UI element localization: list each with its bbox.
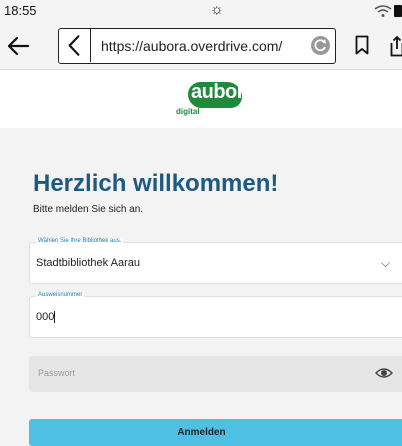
eye-icon[interactable] (375, 366, 393, 380)
page-title: Herzlich willkommen! (33, 170, 279, 197)
arrow-left-icon[interactable] (5, 33, 31, 59)
logo-header: aubora digital (0, 70, 402, 128)
card-number-field[interactable]: Ausweisnummer 000 (29, 292, 402, 338)
wifi-icon (374, 5, 392, 17)
library-select-value[interactable]: Stadtbibliothek Aarau (36, 257, 140, 269)
battery-icon (394, 5, 402, 17)
card-number-label: Ausweisnummer (36, 292, 85, 298)
logo-text: aubora (191, 81, 255, 103)
status-bar: 18:55 ☼ (0, 0, 402, 24)
chevron-down-icon[interactable]: ⌵ (381, 256, 390, 271)
library-select[interactable]: Wählen Sie Ihre Bibliothek aus. Stadtbib… (29, 238, 402, 284)
bookmark-icon[interactable] (355, 35, 369, 55)
address-bar[interactable]: https://aubora.overdrive.com/ (58, 28, 336, 64)
card-number-input[interactable]: 000 (36, 311, 56, 324)
login-button[interactable]: Anmelden (29, 419, 402, 446)
text-cursor (54, 311, 56, 324)
share-icon[interactable] (390, 35, 402, 57)
login-button-label[interactable]: Anmelden (29, 427, 374, 438)
library-select-label: Wählen Sie Ihre Bibliothek aus. (36, 238, 124, 244)
reload-icon[interactable] (311, 36, 330, 55)
logo-subtext: digital (176, 107, 200, 116)
status-time: 18:55 (4, 3, 37, 18)
password-field[interactable]: Passwort (29, 356, 402, 392)
chevron-left-icon[interactable] (59, 29, 91, 62)
page-subtitle: Bitte melden Sie sich an. (33, 204, 144, 215)
url-text[interactable]: https://aubora.overdrive.com/ (101, 38, 311, 54)
login-panel: Herzlich willkommen! Bitte melden Sie si… (0, 128, 402, 446)
brightness-icon: ☼ (210, 1, 224, 18)
card-number-value[interactable]: 000 (36, 311, 54, 323)
password-placeholder[interactable]: Passwort (38, 368, 75, 378)
browser-toolbar: https://aubora.overdrive.com/ (0, 24, 402, 70)
